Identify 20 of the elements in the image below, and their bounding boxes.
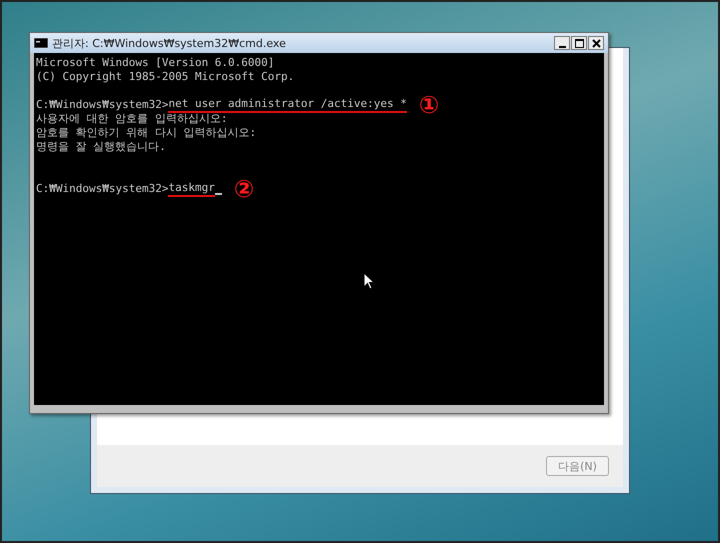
command-prompt: C:₩Windows₩system32> (36, 98, 168, 112)
window-title: 관리자: C:₩Windows₩system32₩cmd.exe (52, 36, 287, 50)
console-line: (C) Copyright 1985-2005 Microsoft Corp. (36, 70, 296, 84)
console-line: 암호를 확인하기 위해 다시 입력하십시오: (36, 126, 258, 140)
console-line: 명령을 잘 실행했습니다. (36, 140, 167, 154)
typed-command: net user administrator /active:yes * (168, 97, 407, 113)
console-line: Microsoft Windows [Version 6.0.6000] (36, 56, 276, 70)
maximize-icon (574, 38, 584, 48)
command-prompt: C:₩Windows₩system32> (36, 182, 168, 196)
minimize-icon (558, 46, 566, 48)
maximize-button[interactable] (571, 36, 587, 50)
minimize-button[interactable] (554, 36, 570, 50)
step-marker: ② (234, 182, 254, 196)
mouse-pointer-icon (363, 272, 375, 290)
console-line: 사용자에 대한 암호를 입력하십시오: (36, 112, 228, 126)
typed-command: taskmgr (168, 181, 215, 197)
console-icon (34, 38, 48, 48)
close-icon (592, 38, 600, 48)
close-button[interactable] (588, 36, 604, 50)
step-marker: ① (418, 98, 440, 112)
